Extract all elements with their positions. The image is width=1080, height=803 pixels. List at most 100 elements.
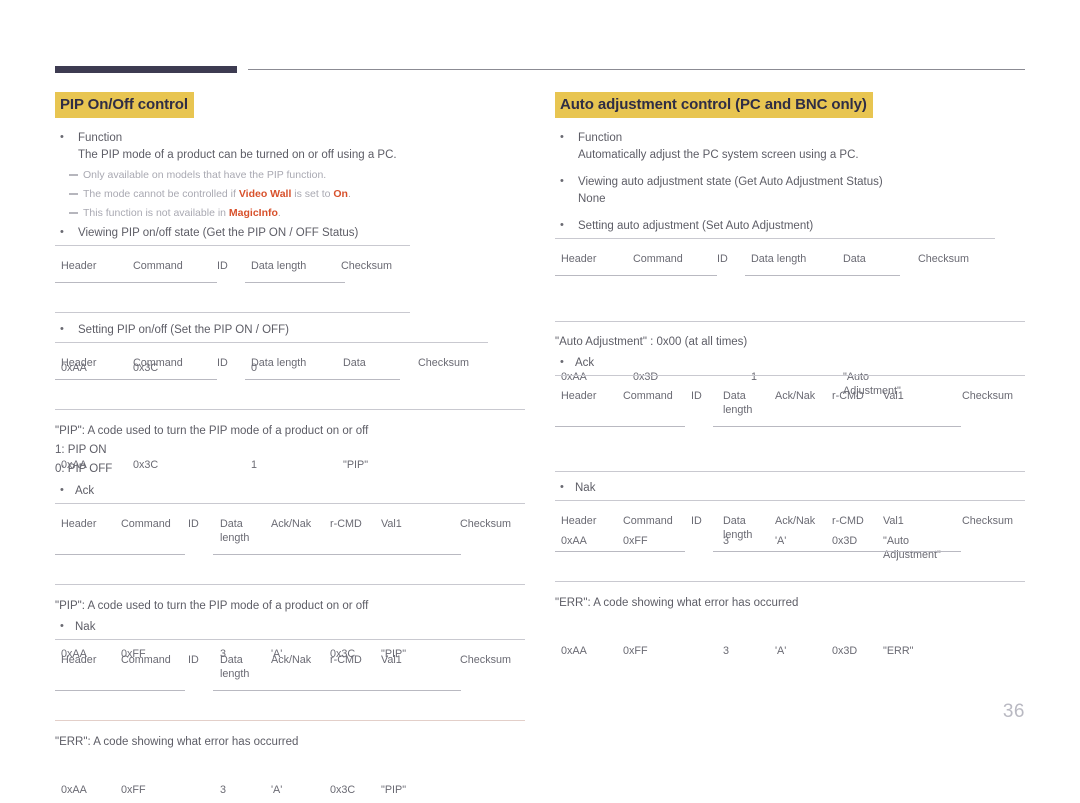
right-function-bullet: Function Automatically adjust the PC sys… bbox=[555, 129, 1025, 164]
left-get-label: Viewing PIP on/off state (Get the PIP ON… bbox=[78, 227, 359, 239]
left-ack-table: Header Command ID Data length Ack/Nak r-… bbox=[55, 503, 525, 660]
left-note-2-bold2: On bbox=[333, 188, 348, 200]
table-header-cell: ID bbox=[188, 654, 199, 666]
table-header-cell: r-CMD bbox=[832, 515, 864, 527]
table-header-cell: r-CMD bbox=[832, 390, 864, 402]
table-header-cell: Command bbox=[133, 260, 183, 272]
table-header-cell: Data length bbox=[251, 260, 307, 272]
left-note-2: The mode cannot be controlled if Video W… bbox=[55, 186, 525, 202]
left-function-bullet: Function The PIP mode of a product can b… bbox=[55, 129, 525, 164]
left-nak-bullet: Nak bbox=[55, 618, 525, 636]
table-header-cell: Data length bbox=[220, 518, 250, 544]
table-header-cell: Checksum bbox=[962, 390, 1014, 402]
right-get-bullet: Viewing auto adjustment state (Get Auto … bbox=[555, 173, 1025, 208]
left-set-bullet: Setting PIP on/off (Set the PIP ON / OFF… bbox=[55, 321, 525, 339]
table-header-cell: ID bbox=[691, 515, 702, 527]
table-header-cell: Val1 bbox=[883, 515, 904, 527]
table-header-row: Header Command ID Data length Data Check… bbox=[55, 342, 488, 410]
table-header-cell: ID bbox=[217, 357, 228, 369]
table-header-cell: Header bbox=[561, 253, 597, 265]
table-header-cell: Data bbox=[343, 357, 366, 369]
table-header-cell: Command bbox=[121, 654, 171, 666]
left-ack-bullet: Ack bbox=[55, 482, 525, 500]
table-header-cell: Command bbox=[623, 390, 673, 402]
table-header-cell: ID bbox=[217, 260, 228, 272]
table-header-cell: Checksum bbox=[460, 654, 512, 666]
table-data-cell: 3 bbox=[220, 784, 227, 796]
table-data-cell: 0xAA bbox=[61, 459, 87, 471]
table-header-cell: ID bbox=[188, 518, 199, 530]
table-data-cell: 0x3C bbox=[133, 459, 159, 471]
left-nak-label: Nak bbox=[75, 621, 96, 633]
table-data-cell: 0x3D bbox=[832, 645, 858, 657]
right-function-label: Function bbox=[578, 132, 623, 144]
table-data-row: 0xAA 0xFF 3 'A' 0x3D "ERR" bbox=[555, 582, 1025, 664]
table-data-cell: "ERR" bbox=[883, 645, 914, 657]
table-header-cell: Header bbox=[61, 260, 97, 272]
table-data-cell: 0xFF bbox=[121, 784, 146, 796]
table-header-row: Header Command ID Data length Ack/Nak r-… bbox=[555, 375, 1025, 472]
right-get-value: None bbox=[578, 193, 606, 205]
left-note-3-post: . bbox=[277, 207, 281, 219]
right-ack-bullet: Ack bbox=[555, 354, 1025, 372]
table-header-row: Header Command ID Data length Checksum bbox=[55, 245, 410, 313]
table-header-cell: Header bbox=[61, 518, 97, 530]
table-header-cell: Checksum bbox=[460, 518, 512, 530]
table-header-cell: Header bbox=[561, 390, 597, 402]
table-header-cell: Header bbox=[61, 357, 97, 369]
table-data-row: 0xAA 0x3C 1 "PIP" bbox=[55, 410, 488, 478]
table-header-row: Header Command ID Data length Ack/Nak r-… bbox=[55, 503, 525, 585]
left-note-3-bold1: MagicInfo bbox=[228, 207, 278, 219]
left-note-2-mid: is set to bbox=[291, 188, 334, 200]
table-data-row: 0xAA 0xFF 3 'A' 0x3C "PIP" bbox=[55, 721, 525, 803]
table-header-cell: Data length bbox=[723, 515, 753, 541]
table-data-cell: 3 bbox=[723, 645, 730, 657]
table-data-cell: 0x3C bbox=[330, 784, 356, 796]
table-header-row: Header Command ID Data length Ack/Nak r-… bbox=[55, 639, 525, 721]
table-data-cell: "PIP" bbox=[381, 784, 407, 796]
table-data-cell: 'A' bbox=[775, 645, 787, 657]
right-column: Auto adjustment control (PC and BNC only… bbox=[555, 92, 1025, 657]
table-header-cell: Checksum bbox=[962, 515, 1014, 527]
table-data-cell: 0xFF bbox=[623, 645, 648, 657]
top-rule-accent-bar bbox=[55, 66, 237, 73]
left-note-2-post: . bbox=[347, 188, 351, 200]
table-header-cell: Data length bbox=[751, 253, 807, 265]
left-note-2-pre: The mode cannot be controlled if bbox=[83, 188, 239, 200]
table-header-row: Header Command ID Data length Ack/Nak r-… bbox=[555, 500, 1025, 582]
right-set-table: Header Command ID Data length Data Check… bbox=[555, 238, 1025, 397]
left-set-label: Setting PIP on/off (Set the PIP ON / OFF… bbox=[78, 324, 289, 336]
left-section-title: PIP On/Off control bbox=[55, 92, 194, 118]
table-data-cell: 0xAA bbox=[561, 645, 587, 657]
table-header-cell: Val1 bbox=[381, 654, 402, 666]
right-set-bullet: Setting auto adjustment (Set Auto Adjust… bbox=[555, 217, 1025, 235]
table-header-cell: r-CMD bbox=[330, 654, 362, 666]
table-header-cell: Ack/Nak bbox=[775, 515, 816, 527]
left-note-1: Only available on models that have the P… bbox=[55, 167, 525, 183]
page-number: 36 bbox=[1002, 701, 1025, 722]
right-function-desc: Automatically adjust the PC system scree… bbox=[578, 149, 859, 161]
table-data-cell: "PIP" bbox=[343, 459, 369, 471]
table-header-cell: Val1 bbox=[883, 390, 904, 402]
table-header-cell: Header bbox=[61, 654, 97, 666]
table-header-cell: r-CMD bbox=[330, 518, 362, 530]
table-header-cell: Checksum bbox=[418, 357, 470, 369]
right-ack-table: Header Command ID Data length Ack/Nak r-… bbox=[555, 375, 1025, 561]
table-header-cell: Ack/Nak bbox=[271, 518, 312, 530]
table-header-cell: Checksum bbox=[341, 260, 393, 272]
right-ack-label: Ack bbox=[575, 357, 595, 369]
left-note-3: This function is not available in MagicI… bbox=[55, 205, 525, 221]
table-header-cell: Checksum bbox=[918, 253, 970, 265]
table-header-cell: Ack/Nak bbox=[775, 390, 816, 402]
right-nak-label: Nak bbox=[575, 482, 596, 494]
table-header-cell: Command bbox=[633, 253, 683, 265]
table-data-cell: 1 bbox=[251, 459, 258, 471]
right-set-label: Setting auto adjustment (Set Auto Adjust… bbox=[578, 220, 814, 232]
table-data-cell: 0xAA bbox=[61, 784, 87, 796]
table-header-cell: Data length bbox=[251, 357, 307, 369]
page-top-rule bbox=[55, 64, 1025, 76]
table-header-cell: ID bbox=[717, 253, 728, 265]
left-function-desc: The PIP mode of a product can be turned … bbox=[78, 149, 397, 161]
table-header-cell: Data length bbox=[220, 654, 250, 680]
table-header-cell: Command bbox=[121, 518, 171, 530]
